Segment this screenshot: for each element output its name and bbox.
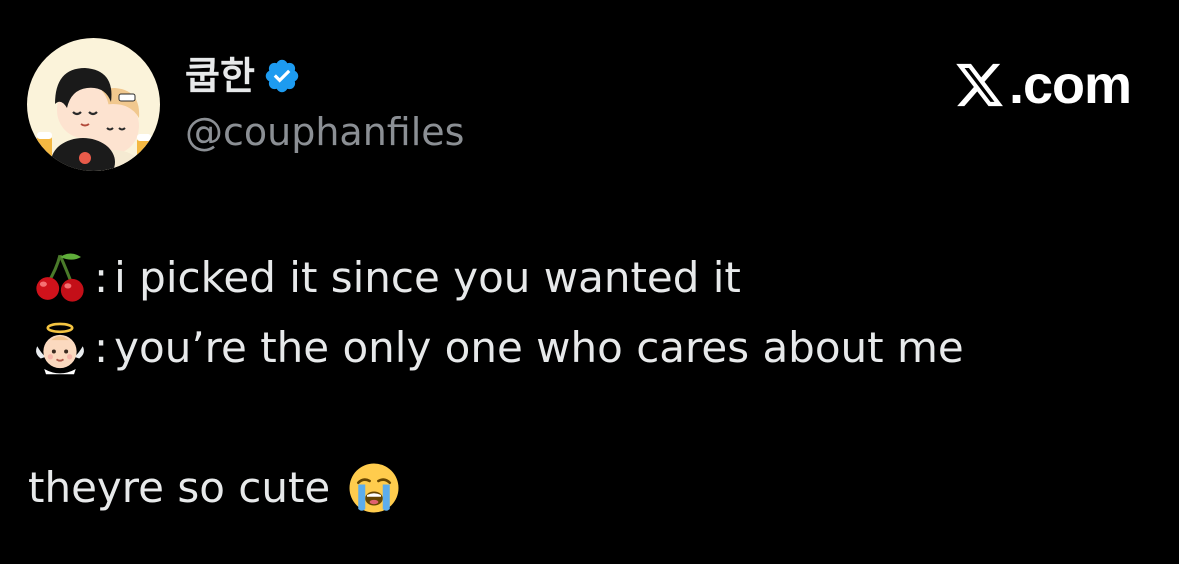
x-com-logo: .com	[952, 55, 1132, 115]
user-handle[interactable]: @couphanfiles	[185, 108, 464, 156]
tweet-line-text: you’re the only one who cares about me	[114, 323, 964, 372]
tweet-comment-text: theyre so cute	[28, 463, 331, 512]
avatar-illustration	[27, 38, 160, 171]
loudly-crying-face-emoji-icon	[349, 463, 399, 513]
display-name[interactable]: 쿱한	[185, 57, 255, 95]
tweet-comment: theyre so cute	[28, 460, 402, 516]
line-separator: :	[94, 323, 109, 372]
tweet-line-cherry: : i picked it since you wanted it	[32, 250, 741, 306]
cherries-emoji-icon	[36, 253, 84, 302]
tweet-line-text: i picked it since you wanted it	[114, 253, 741, 302]
avatar[interactable]	[27, 38, 160, 171]
line-separator: :	[94, 253, 109, 302]
brand-domain-text: .com	[1008, 55, 1132, 115]
baby-angel-emoji-icon	[36, 322, 84, 375]
tweet-line-angel: : you’re the only one who cares about me	[32, 320, 964, 376]
x-logo-icon	[956, 63, 1003, 107]
display-name-row: 쿱한	[185, 50, 301, 102]
verified-badge-icon	[265, 59, 299, 93]
